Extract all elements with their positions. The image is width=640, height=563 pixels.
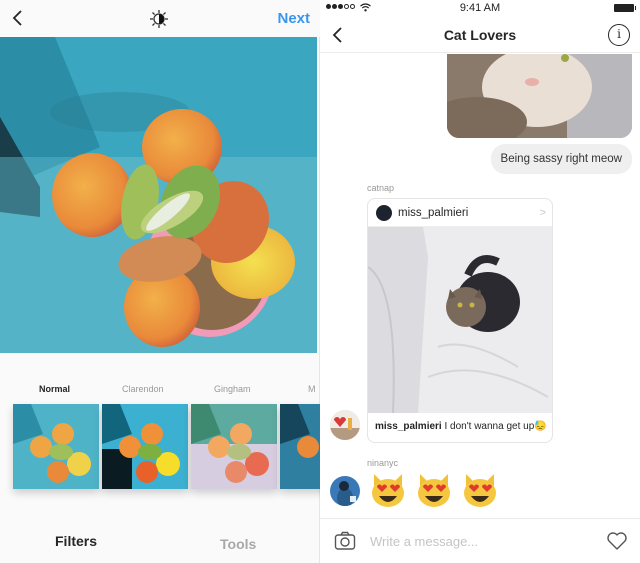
heart-eyes-cat-emoji: [418, 474, 450, 507]
lux-sun-icon[interactable]: [148, 8, 170, 30]
heart-eyes-cat-emoji: [372, 474, 404, 507]
avatar-ninanyc[interactable]: [330, 476, 360, 506]
filter-label-m: M: [308, 384, 316, 394]
filter-label-gingham: Gingham: [214, 384, 251, 394]
sender-name: catnap: [367, 183, 395, 193]
caption-text: I don't wanna get up😓: [441, 421, 547, 432]
editing-photo: [0, 37, 317, 353]
direct-thread-screen: 9:41 AM Cat Lovers i Being sassy right m…: [320, 0, 640, 563]
shared-post-image: [368, 227, 552, 413]
filter-thumb-clarendon[interactable]: [102, 404, 188, 489]
shared-post-card[interactable]: miss_palmieri > miss_palmieri I don't wa…: [367, 198, 553, 443]
shared-post-header[interactable]: miss_palmieri >: [368, 199, 552, 227]
tab-filters[interactable]: Filters: [55, 533, 97, 549]
filter-thumb-gingham[interactable]: [191, 404, 277, 489]
status-time: 9:41 AM: [459, 2, 501, 14]
thread-header: Cat Lovers i: [320, 17, 640, 53]
filter-thumb-normal[interactable]: [13, 404, 99, 489]
filter-label-normal: Normal: [39, 384, 71, 394]
info-icon[interactable]: i: [608, 24, 630, 46]
post-author-avatar: [376, 205, 392, 221]
emoji-message[interactable]: [368, 470, 500, 510]
editor-header: Next: [0, 0, 320, 37]
status-bar: 9:41 AM: [320, 0, 640, 17]
filter-label-clarendon: Clarendon: [122, 384, 164, 394]
message-list[interactable]: Being sassy right meow catnap miss_palmi…: [320, 54, 640, 519]
heart-icon[interactable]: [606, 531, 628, 551]
battery-icon: [614, 4, 636, 12]
filter-names: Normal Clarendon Gingham M: [0, 384, 320, 398]
next-button[interactable]: Next: [277, 10, 310, 27]
sender-name: ninanyc: [367, 458, 399, 468]
message-composer: [320, 518, 640, 563]
chevron-left-icon[interactable]: [8, 7, 28, 29]
camera-icon[interactable]: [334, 531, 356, 551]
heart-eyes-cat-emoji: [464, 474, 496, 507]
thread-title: Cat Lovers: [443, 27, 517, 43]
post-author-username[interactable]: miss_palmieri: [398, 207, 468, 219]
tab-tools[interactable]: Tools: [220, 536, 256, 552]
shared-post-caption: miss_palmieri I don't wanna get up😓: [368, 412, 552, 442]
succulent-photo: [0, 37, 317, 353]
message-input[interactable]: [370, 529, 590, 553]
filter-editor-screen: Next Normal Clarendon Gingham M Filters …: [0, 0, 366, 563]
sent-photo-message[interactable]: [447, 54, 632, 138]
sent-text-message[interactable]: Being sassy right meow: [490, 144, 632, 174]
avatar-catnap[interactable]: [330, 410, 360, 440]
chevron-right-icon: >: [539, 207, 546, 219]
caption-username[interactable]: miss_palmieri: [375, 421, 442, 432]
